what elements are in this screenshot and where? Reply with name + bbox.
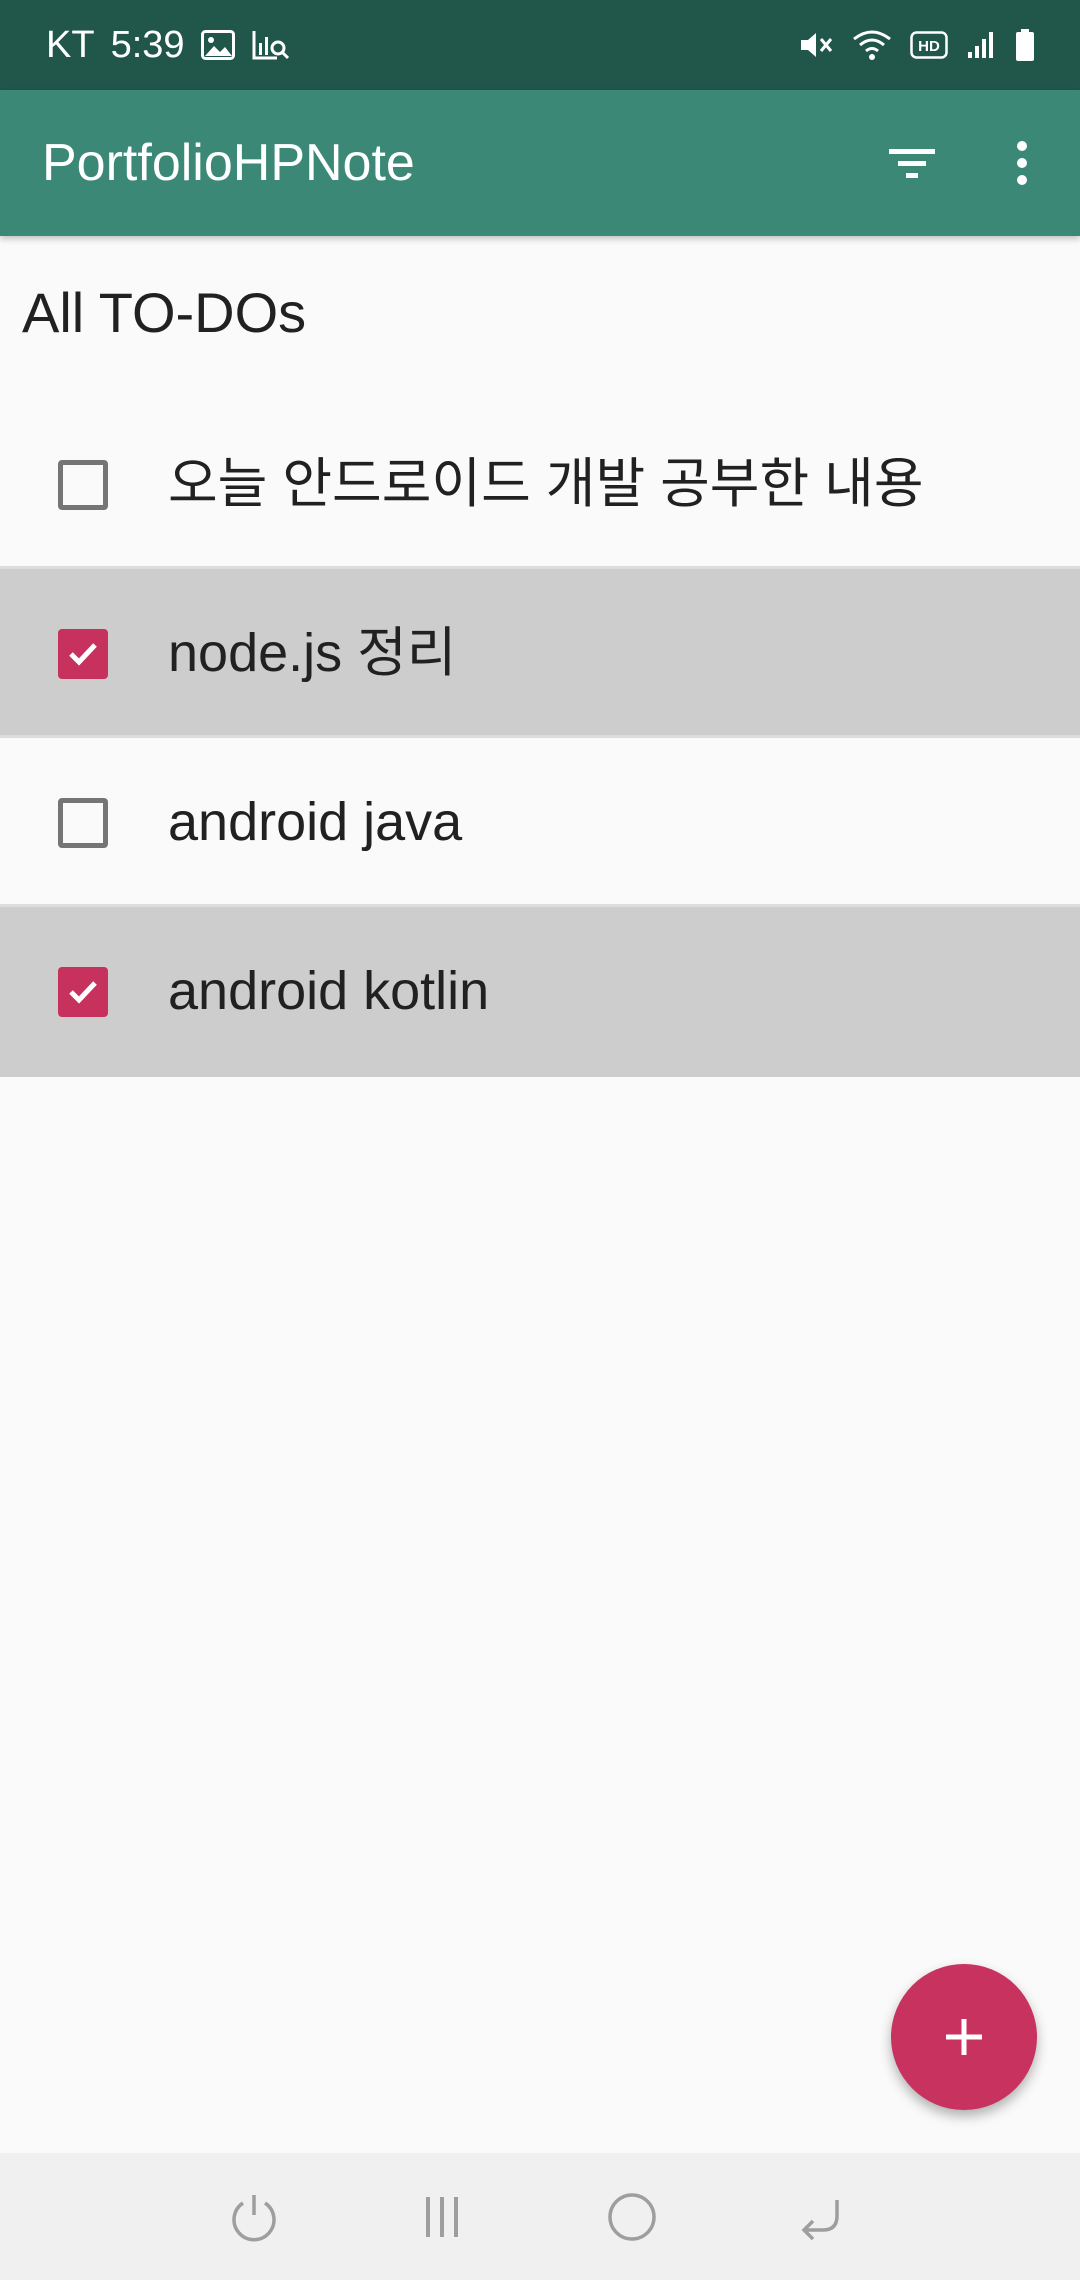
- power-button[interactable]: [194, 2153, 314, 2280]
- todo-text: android kotlin: [168, 961, 490, 1021]
- todo-checkbox[interactable]: [58, 967, 108, 1017]
- todo-checkbox[interactable]: [58, 629, 108, 679]
- todo-checkbox[interactable]: [58, 460, 108, 510]
- status-right: HD: [798, 0, 1036, 90]
- mute-icon: [798, 29, 834, 61]
- add-icon: [946, 2019, 982, 2055]
- wifi-icon: [852, 29, 892, 61]
- app-bar: PortfolioHPNote: [0, 90, 1080, 236]
- recents-button[interactable]: [382, 2153, 502, 2280]
- todo-row[interactable]: node.js 정리: [0, 569, 1080, 738]
- todo-text: android java: [168, 792, 463, 852]
- back-button[interactable]: [760, 2153, 880, 2280]
- section-title: All TO-DOs: [22, 281, 307, 344]
- add-todo-button[interactable]: [891, 1964, 1037, 2110]
- status-left: KT 5:39: [46, 0, 291, 90]
- recents-icon: [426, 2196, 458, 2237]
- home-icon: [608, 2192, 656, 2241]
- back-icon: [801, 2199, 839, 2240]
- filter-icon: [889, 149, 935, 178]
- todo-checkbox[interactable]: [58, 798, 108, 848]
- check-icon: [69, 981, 97, 1004]
- more-vert-icon: [1017, 141, 1027, 185]
- home-button[interactable]: [572, 2153, 692, 2280]
- app-title: PortfolioHPNote: [42, 134, 415, 192]
- todo-row[interactable]: android java: [0, 738, 1080, 907]
- power-icon: [232, 2194, 276, 2241]
- chart-search-icon: [251, 29, 291, 61]
- hd-icon: HD: [910, 31, 948, 59]
- clock: 5:39: [110, 23, 185, 66]
- carrier-label: KT: [46, 23, 95, 66]
- filter-button[interactable]: [872, 123, 952, 203]
- todo-row[interactable]: android kotlin: [0, 907, 1080, 1077]
- check-icon: [69, 643, 97, 666]
- signal-icon: [966, 30, 996, 60]
- status-bar: KT 5:39 HD: [0, 0, 1080, 90]
- hd-label: HD: [918, 38, 940, 55]
- battery-icon: [1014, 28, 1036, 62]
- more-options-button[interactable]: [982, 123, 1062, 203]
- todo-list: 오늘 안드로이드 개발 공부한 내용 node.js 정리 android ja…: [0, 400, 1080, 1077]
- todo-text: node.js 정리: [168, 623, 457, 683]
- image-icon: [200, 30, 235, 60]
- todo-text: 오늘 안드로이드 개발 공부한 내용: [168, 454, 924, 514]
- todo-row[interactable]: 오늘 안드로이드 개발 공부한 내용: [0, 400, 1080, 569]
- system-nav-bar: [0, 2153, 1080, 2280]
